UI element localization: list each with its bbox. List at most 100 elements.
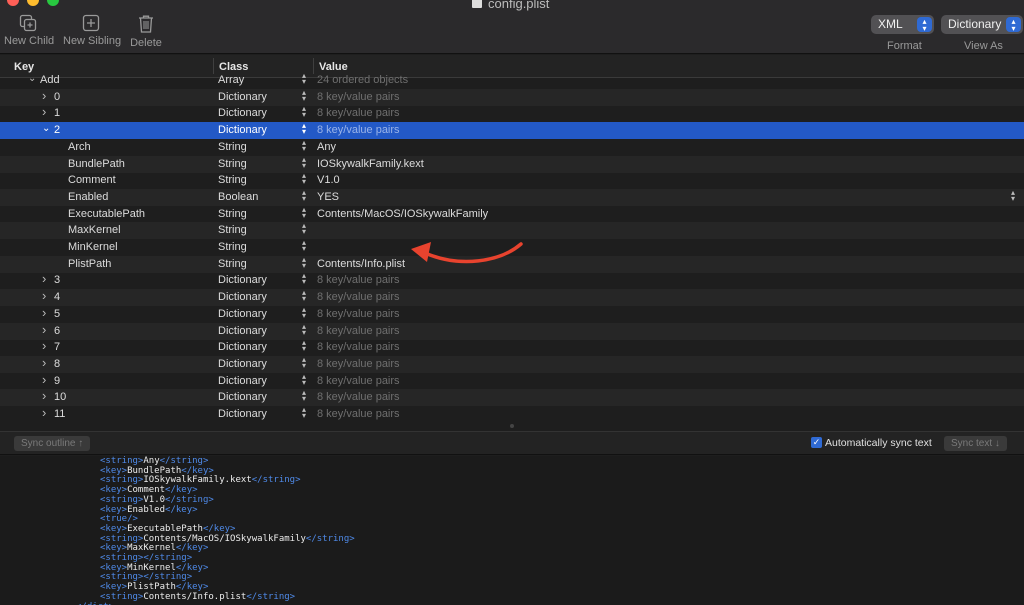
class-stepper-icon[interactable]: ▴ ▾ xyxy=(300,256,308,270)
xml-text-editor[interactable]: <string>Any</string> <key>BundlePath</key… xyxy=(0,456,1024,605)
row-key[interactable]: ExecutablePath xyxy=(68,208,145,220)
class-stepper-icon[interactable]: ▴ ▾ xyxy=(300,356,308,370)
row-class[interactable]: Dictionary xyxy=(218,408,267,420)
row-key[interactable]: 0 xyxy=(54,91,60,103)
auto-sync-checkbox[interactable]: ✓ xyxy=(811,437,822,448)
chevron-right-icon[interactable]: › xyxy=(42,322,46,337)
view-as-select[interactable]: Dictionary ▴ ▾ xyxy=(941,15,1023,34)
row-key[interactable]: BundlePath xyxy=(68,158,125,170)
outline-row[interactable]: MaxKernel String ▴ ▾ xyxy=(0,222,1024,239)
row-key[interactable]: Comment xyxy=(68,174,116,186)
row-value[interactable]: 8 key/value pairs xyxy=(317,341,400,353)
class-stepper-icon[interactable]: ▴ ▾ xyxy=(300,172,308,186)
row-value[interactable]: 8 key/value pairs xyxy=(317,107,400,119)
class-stepper-icon[interactable]: ▴ ▾ xyxy=(300,105,308,119)
chevron-right-icon[interactable]: › xyxy=(42,271,46,286)
outline-row[interactable]: PlistPath String ▴ ▾ Contents/Info.plist xyxy=(0,256,1024,273)
row-value[interactable]: Any xyxy=(317,141,336,153)
chevron-right-icon[interactable]: › xyxy=(42,405,46,420)
row-key[interactable]: Add xyxy=(40,74,60,86)
zoom-window-button[interactable] xyxy=(47,0,59,6)
class-stepper-icon[interactable]: ▴ ▾ xyxy=(300,389,308,403)
row-key[interactable]: MinKernel xyxy=(68,241,118,253)
row-value[interactable]: 24 ordered objects xyxy=(317,74,408,86)
class-stepper-icon[interactable]: ▴ ▾ xyxy=(300,306,308,320)
outline-row[interactable]: BundlePath String ▴ ▾ IOSkywalkFamily.kext xyxy=(0,156,1024,173)
row-class[interactable]: Dictionary xyxy=(218,325,267,337)
outline-row[interactable]: › 11 Dictionary ▴ ▾ 8 key/value pairs xyxy=(0,405,1024,421)
row-key[interactable]: 8 xyxy=(54,358,60,370)
outline-row[interactable]: Enabled Boolean ▴ ▾ YES ▴ ▾ xyxy=(0,189,1024,206)
class-stepper-icon[interactable]: ▴ ▾ xyxy=(300,272,308,286)
chevron-right-icon[interactable]: › xyxy=(42,338,46,353)
row-key[interactable]: Arch xyxy=(68,141,91,153)
row-class[interactable]: String xyxy=(218,174,247,186)
new-child-button[interactable]: New Child xyxy=(4,14,54,47)
format-select[interactable]: XML ▴ ▾ xyxy=(871,15,934,34)
row-key[interactable]: Enabled xyxy=(68,191,108,203)
row-value[interactable]: 8 key/value pairs xyxy=(317,124,400,136)
row-value[interactable]: V1.0 xyxy=(317,174,340,186)
row-value[interactable]: Contents/MacOS/IOSkywalkFamily xyxy=(317,208,488,220)
chevron-right-icon[interactable]: › xyxy=(42,288,46,303)
outline-row[interactable]: › 10 Dictionary ▴ ▾ 8 key/value pairs xyxy=(0,388,1024,406)
class-stepper-icon[interactable]: ▴ ▾ xyxy=(300,406,308,420)
class-stepper-icon[interactable]: ▴ ▾ xyxy=(300,139,308,153)
row-class[interactable]: String xyxy=(218,158,247,170)
class-stepper-icon[interactable]: ▴ ▾ xyxy=(300,122,308,136)
row-value[interactable]: IOSkywalkFamily.kext xyxy=(317,158,424,170)
row-key[interactable]: 7 xyxy=(54,341,60,353)
value-stepper-icon[interactable]: ▴ ▾ xyxy=(1011,189,1015,203)
outline-row[interactable]: › 8 Dictionary ▴ ▾ 8 key/value pairs xyxy=(0,355,1024,373)
outline-row[interactable]: › 5 Dictionary ▴ ▾ 8 key/value pairs xyxy=(0,305,1024,323)
row-key[interactable]: 9 xyxy=(54,375,60,387)
outline-row[interactable]: Arch String ▴ ▾ Any xyxy=(0,139,1024,156)
row-class[interactable]: Dictionary xyxy=(218,308,267,320)
row-key[interactable]: 4 xyxy=(54,291,60,303)
outline-row[interactable]: › 1 Dictionary ▴ ▾ 8 key/value pairs xyxy=(0,104,1024,122)
row-class[interactable]: Boolean xyxy=(218,191,258,203)
chevron-right-icon[interactable]: › xyxy=(42,104,46,119)
row-key[interactable]: 5 xyxy=(54,308,60,320)
class-stepper-icon[interactable]: ▴ ▾ xyxy=(300,222,308,236)
class-stepper-icon[interactable]: ▴ ▾ xyxy=(300,72,308,86)
outline-row[interactable]: MinKernel String ▴ ▾ xyxy=(0,239,1024,256)
class-stepper-icon[interactable]: ▴ ▾ xyxy=(300,156,308,170)
row-value[interactable]: 8 key/value pairs xyxy=(317,358,400,370)
row-value[interactable]: 8 key/value pairs xyxy=(317,391,400,403)
class-stepper-icon[interactable]: ▴ ▾ xyxy=(300,189,308,203)
row-class[interactable]: Dictionary xyxy=(218,391,267,403)
chevron-right-icon[interactable]: › xyxy=(42,305,46,320)
row-class[interactable]: Dictionary xyxy=(218,341,267,353)
outline-row[interactable]: ExecutablePath String ▴ ▾ Contents/MacOS/IOS… xyxy=(0,206,1024,223)
class-stepper-icon[interactable]: ▴ ▾ xyxy=(300,373,308,387)
row-key[interactable]: 3 xyxy=(54,274,60,286)
chevron-right-icon[interactable]: › xyxy=(42,355,46,370)
chevron-right-icon[interactable]: › xyxy=(42,88,46,103)
row-class[interactable]: Dictionary xyxy=(218,375,267,387)
sync-text-button[interactable]: Sync text ↓ xyxy=(944,436,1007,451)
row-class[interactable]: String xyxy=(218,141,247,153)
row-key[interactable]: 6 xyxy=(54,325,60,337)
row-class[interactable]: String xyxy=(218,241,247,253)
row-class[interactable]: Dictionary xyxy=(218,124,267,136)
row-class[interactable]: String xyxy=(218,208,247,220)
class-stepper-icon[interactable]: ▴ ▾ xyxy=(300,289,308,303)
outline-row[interactable]: › 7 Dictionary ▴ ▾ 8 key/value pairs xyxy=(0,338,1024,356)
class-stepper-icon[interactable]: ▴ ▾ xyxy=(300,206,308,220)
chevron-right-icon[interactable]: › xyxy=(42,388,46,403)
row-class[interactable]: Dictionary xyxy=(218,358,267,370)
row-class[interactable]: String xyxy=(218,224,247,236)
row-class[interactable]: String xyxy=(218,258,247,270)
chevron-down-icon[interactable]: ⌄ xyxy=(28,73,36,84)
row-key[interactable]: 11 xyxy=(54,408,65,420)
outline-row[interactable]: › 6 Dictionary ▴ ▾ 8 key/value pairs xyxy=(0,322,1024,340)
row-class[interactable]: Dictionary xyxy=(218,274,267,286)
close-window-button[interactable] xyxy=(7,0,19,6)
row-class[interactable]: Dictionary xyxy=(218,291,267,303)
class-stepper-icon[interactable]: ▴ ▾ xyxy=(300,339,308,353)
row-class[interactable]: Dictionary xyxy=(218,107,267,119)
class-stepper-icon[interactable]: ▴ ▾ xyxy=(300,323,308,337)
row-key[interactable]: MaxKernel xyxy=(68,224,121,236)
row-class[interactable]: Dictionary xyxy=(218,91,267,103)
